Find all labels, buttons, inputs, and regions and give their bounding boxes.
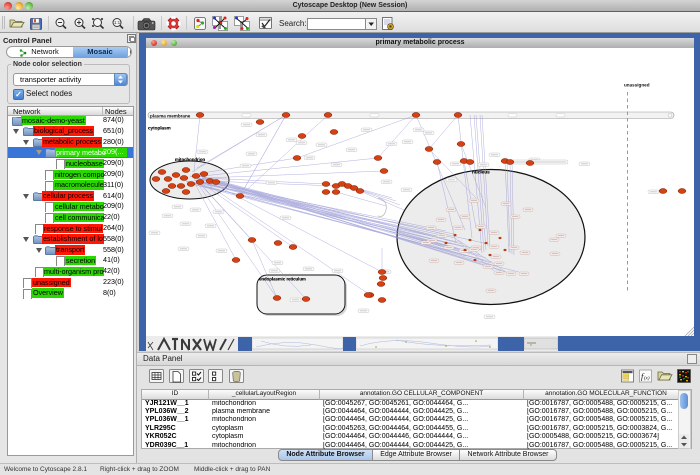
svg-text:endoplasmic reticulum: endoplasmic reticulum — [259, 277, 306, 282]
svg-text:Search:: Search: — [279, 19, 307, 28]
svg-text:1:1: 1:1 — [114, 20, 121, 25]
svg-text:plasma membrane: plasma membrane — [150, 113, 191, 118]
svg-text:nucleus: nucleus — [472, 170, 490, 175]
svg-text:mitochondrion: mitochondrion — [175, 157, 205, 162]
svg-text:(x): (x) — [644, 377, 650, 382]
svg-text:unassigned: unassigned — [624, 83, 650, 88]
svg-text:cytoplasm: cytoplasm — [148, 126, 171, 131]
